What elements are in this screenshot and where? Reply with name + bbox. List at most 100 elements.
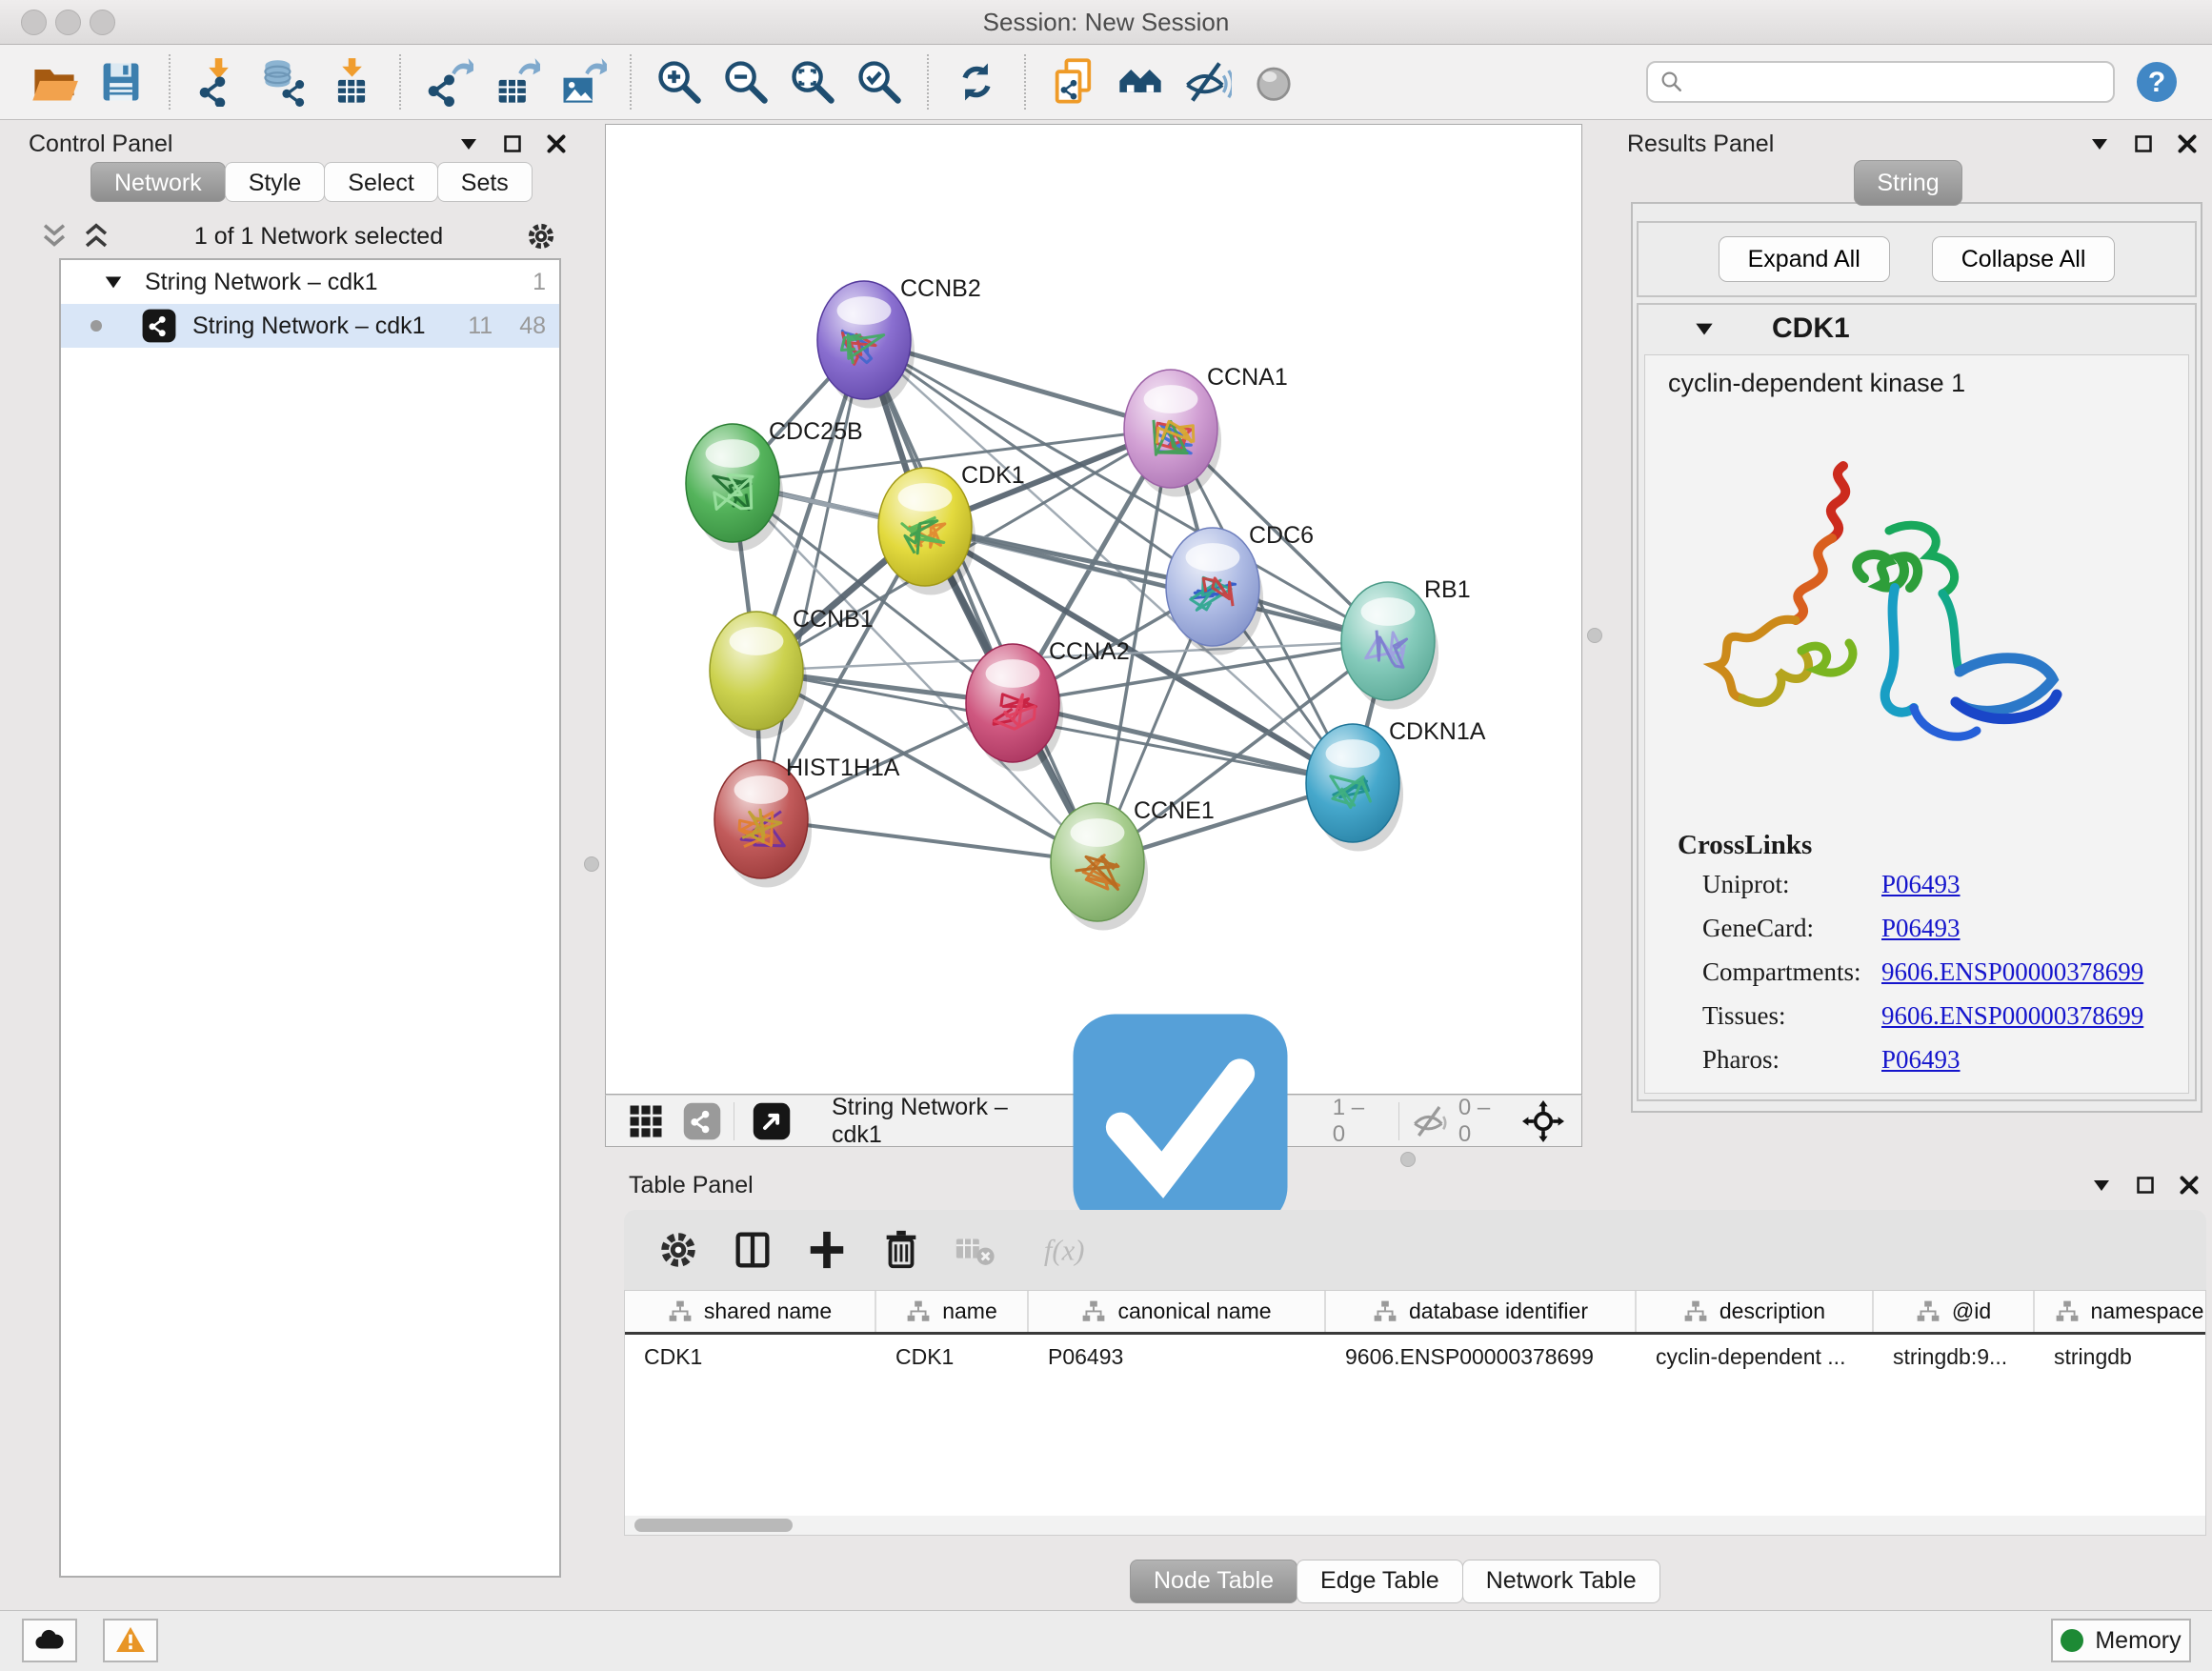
table-hscrollbar [625,1516,2205,1535]
gene-collapse-icon[interactable] [1692,316,1717,341]
import-network-database-icon[interactable] [260,57,310,107]
table-row[interactable]: CDK1CDK1P064939606.ENSP00000378699cyclin… [625,1335,2205,1379]
node-table[interactable]: shared namenamecanonical namedatabase id… [624,1290,2206,1536]
column-header-@id[interactable]: @id [1874,1291,2035,1332]
hide-selected-icon[interactable] [1182,57,1232,107]
node-CDC6[interactable]: CDC6 [1166,522,1314,655]
column-header-shared-name[interactable]: shared name [625,1291,876,1332]
table-header-row: shared namenamecanonical namedatabase id… [625,1291,2205,1335]
node-label-CCNE1: CCNE1 [1134,797,1215,824]
tab-string[interactable]: String [1854,160,1962,206]
crosslink-link[interactable]: 9606.ENSP00000378699 [1881,957,2143,987]
zoom-in-icon[interactable] [654,57,704,107]
export-image-icon[interactable] [557,57,607,107]
collapse-all-button[interactable]: Collapse All [1932,236,2116,282]
panel-float-icon[interactable] [501,132,524,155]
panel-menu-icon[interactable] [2090,1174,2113,1197]
search-input[interactable] [1686,64,2103,100]
column-header-name[interactable]: name [876,1291,1029,1332]
add-column-icon[interactable] [805,1228,849,1272]
import-table-file-icon[interactable] [327,57,376,107]
help-icon[interactable]: ? [2134,59,2180,105]
warnings-button[interactable] [103,1619,158,1662]
birdseye-grid-icon[interactable] [625,1100,667,1142]
save-session-icon[interactable] [96,57,146,107]
network-row-selected[interactable]: String Network – cdk1 11 48 [61,304,559,348]
right-splitter-handle[interactable] [1587,628,1602,643]
edge-CDK1-RB1[interactable] [925,527,1388,641]
panel-menu-icon[interactable] [2088,132,2111,155]
crosslink-link[interactable]: P06493 [1881,914,1961,943]
horizontal-splitter-handle[interactable] [1400,1152,1416,1167]
refresh-view-icon[interactable] [952,57,1001,107]
panel-float-icon[interactable] [2132,132,2155,155]
tab-style[interactable]: Style [225,162,326,202]
export-network-icon[interactable] [424,57,473,107]
edge-CCNB2-CCNE1[interactable] [864,340,1097,862]
export-table-icon[interactable] [491,57,540,107]
column-header-description[interactable]: description [1637,1291,1874,1332]
network-collection-row[interactable]: String Network – cdk1 1 [61,260,559,304]
hidden-eye-icon[interactable] [1411,1102,1449,1140]
edge-CCNB2-HIST1H1A[interactable] [761,340,864,819]
tab-node-table[interactable]: Node Table [1130,1560,1297,1603]
search-box[interactable] [1646,61,2115,103]
network-options-gear-icon[interactable] [525,220,557,252]
crosslink-link[interactable]: P06493 [1881,870,1961,899]
cloud-status-button[interactable] [22,1619,77,1662]
column-header-database-identifier[interactable]: database identifier [1326,1291,1637,1332]
zoom-out-icon[interactable] [721,57,771,107]
left-splitter-handle[interactable] [584,856,599,872]
detach-view-icon[interactable] [752,1101,792,1141]
node-CDC25B[interactable]: CDC25B [686,418,863,552]
panel-float-icon[interactable] [2134,1174,2157,1197]
node-label-RB1: RB1 [1424,576,1471,603]
tab-network-table[interactable]: Network Table [1462,1560,1660,1603]
crosslink-row: Tissues:9606.ENSP00000378699 [1702,1001,2179,1039]
gene-section-header[interactable]: CDK1 [1639,305,2195,352]
network-label: String Network – cdk1 [192,312,426,340]
show-columns-icon[interactable] [731,1228,774,1272]
crosslink-link[interactable]: 9606.ENSP00000378699 [1881,1001,2143,1031]
delete-column-icon[interactable] [879,1228,923,1272]
fit-selected-crosshair-icon[interactable] [1522,1100,1564,1142]
edge-CCNA2-CDKN1A[interactable] [1013,703,1353,783]
panel-close-icon[interactable] [2178,1174,2201,1197]
string-network-graph[interactable]: CCNB2CCNA1CDC25BCDK1CDC6RB1CCNB1CCNA2CDK… [606,125,1581,1094]
node-CCNE1[interactable]: CCNE1 [1051,797,1215,931]
panel-menu-icon[interactable] [457,132,480,155]
crosslink-link[interactable]: P06493 [1881,1045,1961,1075]
node-CCNB1[interactable]: CCNB1 [710,606,874,739]
open-session-icon[interactable] [30,57,79,107]
tab-sets[interactable]: Sets [437,162,533,202]
node-RB1[interactable]: RB1 [1341,576,1471,710]
first-neighbors-icon[interactable] [1116,57,1165,107]
tab-edge-table[interactable]: Edge Table [1297,1560,1463,1603]
table-options-gear-icon[interactable] [656,1228,700,1272]
panel-close-icon[interactable] [2176,132,2199,155]
edge-HIST1H1A-CCNE1[interactable] [761,819,1097,862]
network-canvas[interactable]: CCNB2CCNA1CDC25BCDK1CDC6RB1CCNB1CCNA2CDK… [605,124,1582,1095]
column-header-namespace[interactable]: namespace [2035,1291,2206,1332]
memory-button[interactable]: Memory [2051,1619,2191,1662]
collection-collapse-icon[interactable] [103,272,124,292]
tab-select[interactable]: Select [324,162,437,202]
panel-close-icon[interactable] [545,132,568,155]
expand-all-networks-icon[interactable] [38,220,70,252]
node-CCNB2[interactable]: CCNB2 [817,275,981,409]
node-HIST1H1A[interactable]: HIST1H1A [714,755,900,888]
zoom-selected-icon[interactable] [855,57,904,107]
expand-all-button[interactable]: Expand All [1719,236,1890,282]
tab-network[interactable]: Network [90,162,226,202]
column-header-canonical-name[interactable]: canonical name [1029,1291,1326,1332]
function-builder-icon: f(x) [1028,1228,1100,1272]
clone-network-icon[interactable] [1049,57,1098,107]
collapse-all-networks-icon[interactable] [80,220,112,252]
node-CCNA1[interactable]: CCNA1 [1124,364,1288,497]
node-CDKN1A[interactable]: CDKN1A [1306,718,1486,852]
network-share-icon[interactable] [682,1101,722,1141]
show-all-icon[interactable] [1249,57,1298,107]
table-hscrollbar-thumb[interactable] [634,1519,793,1532]
import-network-file-icon[interactable] [193,57,243,107]
zoom-fit-icon[interactable] [788,57,837,107]
